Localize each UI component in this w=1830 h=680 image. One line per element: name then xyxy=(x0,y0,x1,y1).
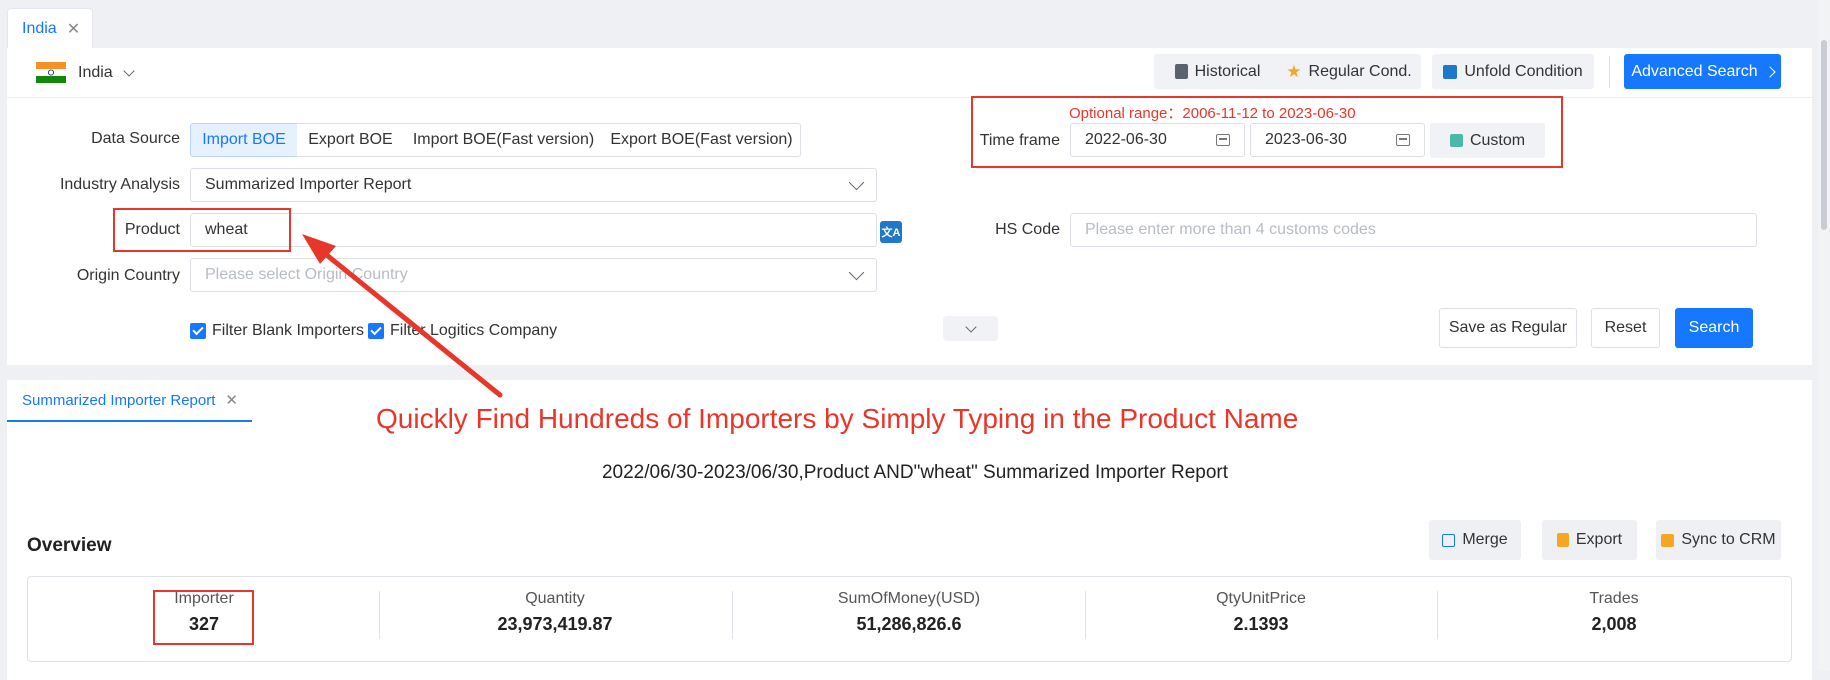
scrollbar[interactable] xyxy=(1818,0,1830,671)
annotation-arrow xyxy=(302,234,503,398)
scrollbar-thumb[interactable] xyxy=(1821,40,1827,230)
